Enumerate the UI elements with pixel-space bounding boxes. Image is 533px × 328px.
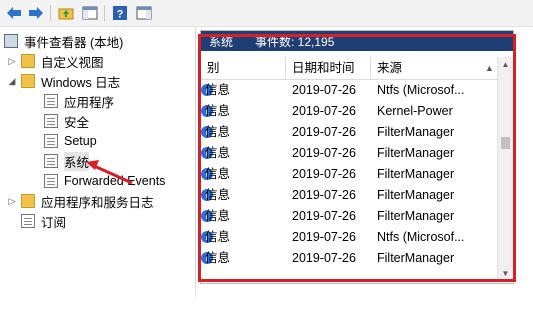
- cell-level: 信息: [205, 251, 231, 265]
- cell-level: 信息: [205, 146, 231, 160]
- cell-level: 信息: [205, 125, 231, 139]
- cell-source: Ntfs (Microsof...: [377, 83, 465, 97]
- table-row[interactable]: i 信息 2019-07-26 FilterManager: [201, 143, 497, 164]
- scrollbar-thumb[interactable]: [501, 137, 510, 149]
- cell-source: FilterManager: [377, 125, 455, 139]
- column-header-source[interactable]: 来源: [370, 57, 485, 79]
- cell-source: FilterManager: [377, 251, 455, 265]
- table-row[interactable]: i 信息 2019-07-26 FilterManager: [201, 185, 497, 206]
- table-row[interactable]: i 信息 2019-07-26 FilterManager: [201, 248, 497, 269]
- column-header-datetime[interactable]: 日期和时间: [285, 57, 370, 79]
- cell-date: 2019-07-26: [292, 251, 356, 265]
- cell-source: FilterManager: [377, 167, 455, 181]
- table-row[interactable]: i 信息 2019-07-26 FilterManager: [201, 206, 497, 227]
- cell-date: 2019-07-26: [292, 167, 356, 181]
- cell-date: 2019-07-26: [292, 125, 356, 139]
- table-row[interactable]: i 信息 2019-07-26 Kernel-Power: [201, 101, 497, 122]
- cell-date: 2019-07-26: [292, 230, 356, 244]
- cell-date: 2019-07-26: [292, 104, 356, 118]
- cell-date: 2019-07-26: [292, 83, 356, 97]
- cell-source: FilterManager: [377, 146, 455, 160]
- cell-source: FilterManager: [377, 209, 455, 223]
- table-row[interactable]: i 信息 2019-07-26 FilterManager: [201, 122, 497, 143]
- scroll-down-icon[interactable]: ▼: [498, 266, 513, 282]
- cell-level: 信息: [205, 230, 231, 244]
- vertical-scrollbar[interactable]: ▲ ▼: [497, 57, 513, 282]
- log-name: 系统: [209, 34, 234, 49]
- event-count: 事件数: 12,195: [255, 34, 335, 49]
- cell-level: 信息: [205, 188, 231, 202]
- table-row[interactable]: i 信息 2019-07-26 Ntfs (Microsof...: [201, 80, 497, 101]
- cell-date: 2019-07-26: [292, 188, 356, 202]
- chevron-up-icon[interactable]: ▲: [485, 57, 497, 79]
- scroll-up-icon[interactable]: ▲: [498, 57, 513, 73]
- table-row[interactable]: i 信息 2019-07-26 FilterManager: [201, 164, 497, 185]
- table-row[interactable]: i 信息 2019-07-26 Ntfs (Microsof...: [201, 227, 497, 248]
- bottom-fade: [0, 290, 533, 328]
- column-header-level[interactable]: 别: [201, 57, 285, 79]
- cell-level: 信息: [205, 167, 231, 181]
- event-rows: i 信息 2019-07-26 Ntfs (Microsof... i 信息 2019-07…: [201, 80, 497, 269]
- column-header-row: 别 日期和时间 来源 ▲: [201, 57, 497, 80]
- cell-date: 2019-07-26: [292, 209, 356, 223]
- cell-source: Ntfs (Microsof...: [377, 230, 465, 244]
- cell-level: 信息: [205, 104, 231, 118]
- cell-source: Kernel-Power: [377, 104, 453, 118]
- log-info-bar: 系统 事件数: 12,195: [201, 31, 513, 51]
- cell-source: FilterManager: [377, 188, 455, 202]
- cell-level: 信息: [205, 209, 231, 223]
- event-list-panel: 系统 事件数: 12,195 别 日期和时间 来源 ▲ i 信息 2019-07-2…: [200, 30, 514, 284]
- cell-date: 2019-07-26: [292, 146, 356, 160]
- cell-level: 信息: [205, 83, 231, 97]
